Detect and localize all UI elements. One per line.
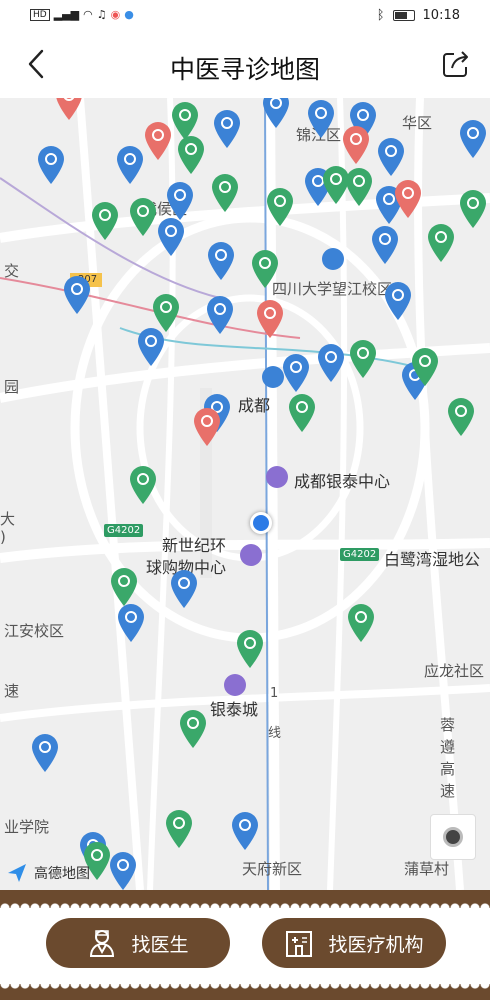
status-icons-left: HD ▂▄▆ ◠ ♫ ◉ ● xyxy=(30,8,134,21)
map-markers xyxy=(32,98,486,890)
status-icons-right: ᛒ 10:18 xyxy=(377,8,460,23)
map-view[interactable]: 锦江区 华区 武侯区 四川大学望江校区 成都 成都银泰中心 新世纪环 球购物中心… xyxy=(0,98,490,890)
footer: 找医生 找医疗机构 xyxy=(0,890,490,1000)
hd-icon: HD xyxy=(30,8,50,21)
header: 中医寻诊地图 xyxy=(0,32,490,98)
find-doctor-button[interactable]: 找医生 xyxy=(46,918,230,968)
wifi-icon: ◠ xyxy=(83,8,93,21)
hospital-icon xyxy=(286,931,313,957)
status-bar: HD ▂▄▆ ◠ ♫ ◉ ● ᛒ 10:18 xyxy=(0,0,490,32)
marker-green[interactable] xyxy=(84,102,486,880)
music-icon: ♫ xyxy=(96,8,107,21)
battery-icon xyxy=(392,10,415,21)
amap-logo-icon xyxy=(8,864,26,882)
find-doctor-label: 找医生 xyxy=(131,933,189,956)
find-institution-label: 找医疗机构 xyxy=(328,933,424,956)
app-icon: ● xyxy=(124,8,134,21)
find-institution-button[interactable]: 找医疗机构 xyxy=(262,918,446,968)
current-location-dot xyxy=(250,512,272,534)
lace-border-bottom xyxy=(0,984,490,1000)
locate-icon xyxy=(443,827,463,847)
share-icon xyxy=(443,51,468,77)
bluetooth-icon: ᛒ xyxy=(376,8,385,23)
locate-button[interactable] xyxy=(430,814,476,860)
lace-border-top xyxy=(0,890,490,908)
doctor-icon xyxy=(90,930,115,957)
marker-red[interactable] xyxy=(56,98,421,446)
page-title: 中医寻诊地图 xyxy=(169,55,320,84)
share-button[interactable] xyxy=(440,48,472,80)
status-time: 10:18 xyxy=(422,8,460,23)
amap-logo-text: 高德地图 xyxy=(34,866,90,882)
amap-logo: 高德地图 xyxy=(6,862,90,884)
app-icon: ◉ xyxy=(110,8,121,21)
signal-icon: ▂▄▆ xyxy=(53,8,80,21)
